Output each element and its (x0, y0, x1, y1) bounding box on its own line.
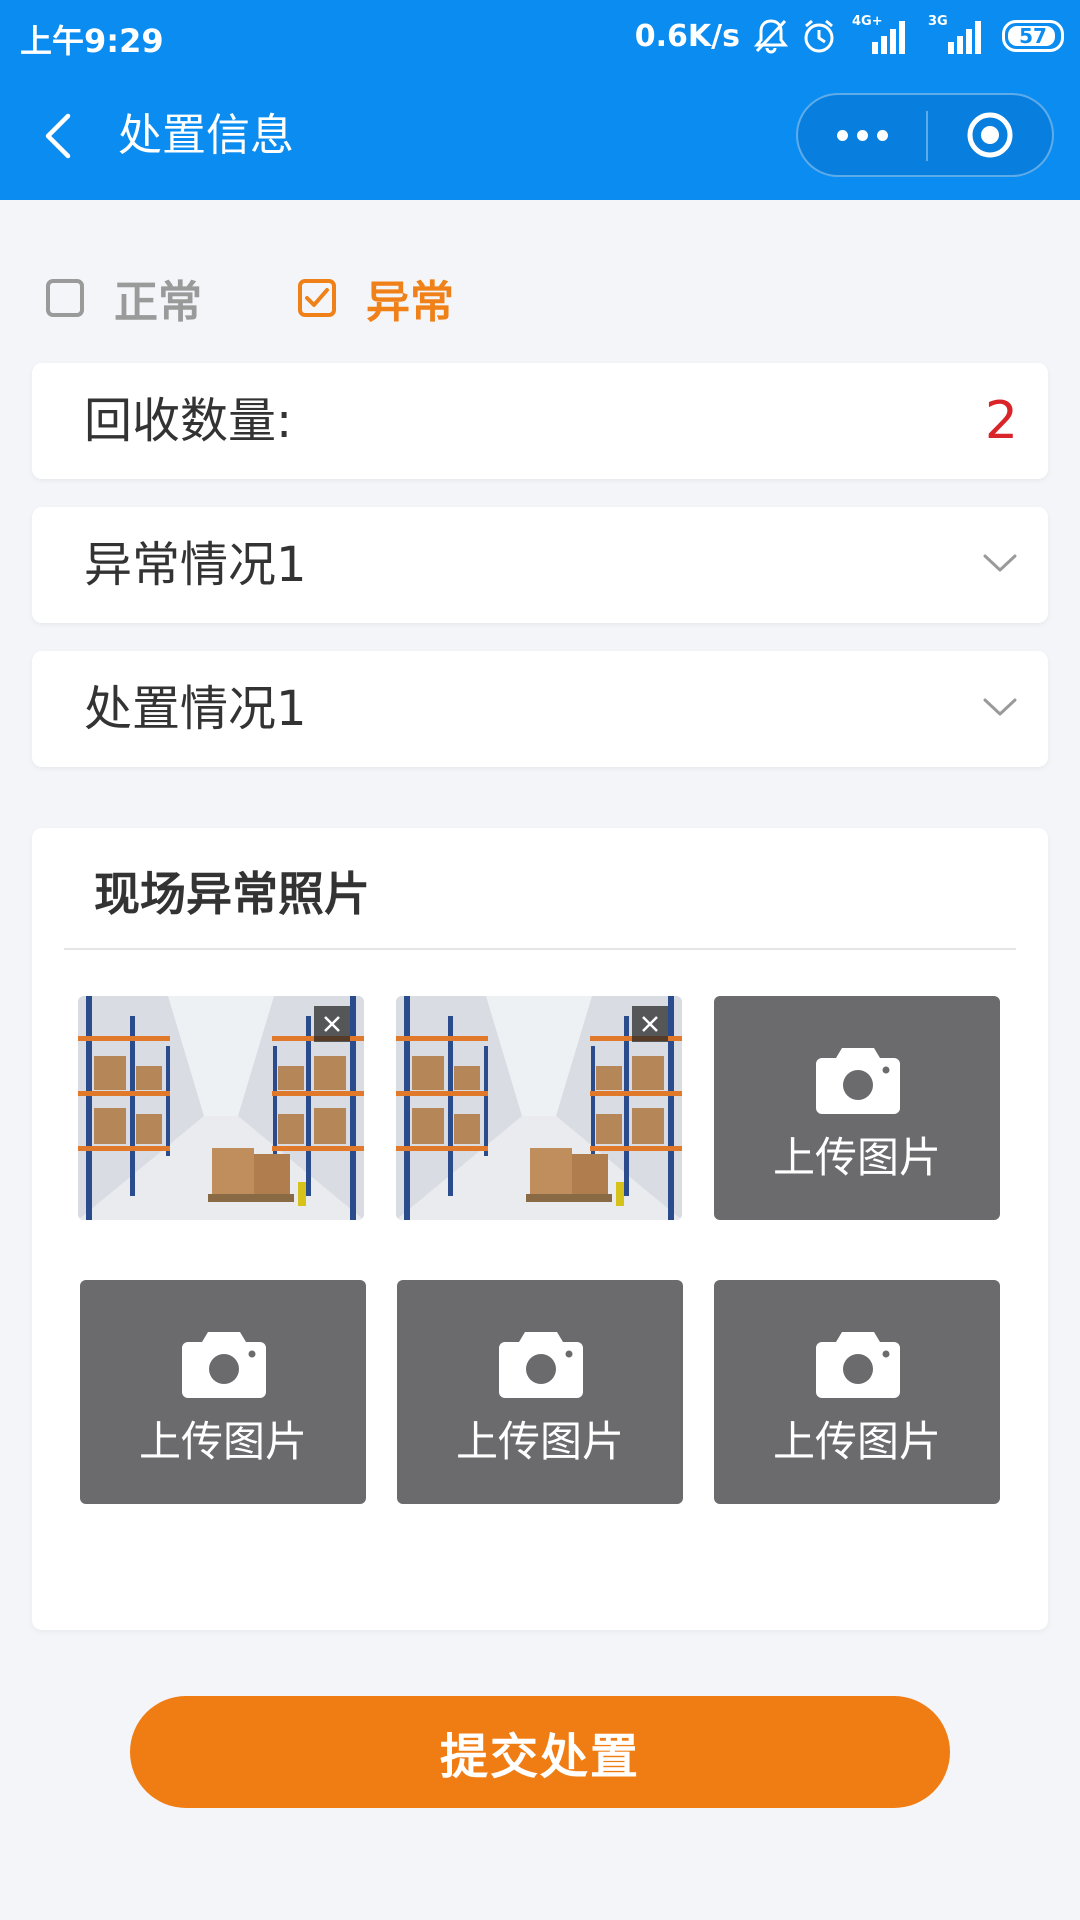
chevron-down-icon (983, 698, 1017, 716)
upload-image-button[interactable]: 上传图片 (397, 1280, 683, 1504)
photos-card: 现场异常照片 上传图片 上传图片 上传图片 上传图片 (32, 828, 1048, 1630)
close-icon (324, 1016, 340, 1032)
upload-image-button[interactable]: 上传图片 (714, 996, 1000, 1220)
target-circle-icon (967, 112, 1013, 158)
signal-icon: 4G+ (850, 14, 912, 56)
status-time: 上午9:29 (20, 22, 164, 60)
camera-icon (816, 1332, 900, 1398)
chevron-down-icon (983, 554, 1017, 572)
alarm-icon (804, 19, 834, 53)
uploaded-photo[interactable] (78, 996, 364, 1220)
more-dots-icon (836, 129, 848, 141)
status-bar-right: 0.6K/s 4G+ 3G 57 (635, 14, 1064, 58)
option-normal[interactable]: 正常 (46, 270, 202, 328)
submit-disposal-button[interactable]: 提交处置 (130, 1696, 950, 1808)
app-header: 上午9:29 0.6K/s 4G+ 3G 57 处置信息 (0, 0, 1080, 200)
option-normal-label: 正常 (114, 277, 202, 328)
delete-photo-button[interactable] (632, 1006, 668, 1042)
recycle-quantity-value: 2 (984, 391, 1018, 451)
battery-icon: 57 (1002, 20, 1064, 52)
uploaded-photo[interactable] (396, 996, 682, 1220)
recycle-quantity-label: 回收数量: (84, 393, 293, 449)
upload-image-button[interactable]: 上传图片 (80, 1280, 366, 1504)
signal-icon: 3G (926, 14, 988, 56)
camera-icon (816, 1048, 900, 1114)
battery-level: 57 (1019, 24, 1047, 48)
more-button[interactable] (798, 95, 926, 175)
disposal-situation-value: 处置情况1 (84, 681, 307, 737)
upload-image-label: 上传图片 (455, 1417, 624, 1466)
net-type-2: 3G (928, 14, 948, 29)
upload-image-label: 上传图片 (772, 1133, 941, 1182)
net-type-1: 4G+ (852, 14, 883, 29)
recycle-quantity-row[interactable]: 回收数量: 2 (32, 363, 1048, 479)
camera-icon (499, 1332, 583, 1398)
abnormal-situation-value: 异常情况1 (84, 537, 307, 593)
bell-off-icon (754, 19, 788, 54)
checkbox-checked-icon (298, 279, 336, 317)
delete-photo-button[interactable] (314, 1006, 350, 1042)
back-button[interactable] (38, 108, 78, 164)
option-abnormal-label: 异常 (366, 277, 454, 328)
mini-program-capsule (796, 93, 1054, 177)
divider (64, 948, 1016, 950)
page-title: 处置信息 (118, 110, 294, 161)
photos-title: 现场异常照片 (94, 867, 370, 921)
net-speed: 0.6K/s (634, 18, 740, 54)
checkbox-unchecked-icon (46, 279, 84, 317)
upload-image-label: 上传图片 (138, 1417, 307, 1466)
upload-image-button[interactable]: 上传图片 (714, 1280, 1000, 1504)
close-mini-program-button[interactable] (928, 95, 1052, 175)
camera-icon (182, 1332, 266, 1398)
close-icon (642, 1016, 658, 1032)
abnormal-situation-select[interactable]: 异常情况1 (32, 507, 1048, 623)
option-abnormal[interactable]: 异常 (298, 270, 454, 328)
disposal-situation-select[interactable]: 处置情况1 (32, 651, 1048, 767)
chevron-left-icon (45, 113, 71, 159)
upload-image-label: 上传图片 (772, 1417, 941, 1466)
